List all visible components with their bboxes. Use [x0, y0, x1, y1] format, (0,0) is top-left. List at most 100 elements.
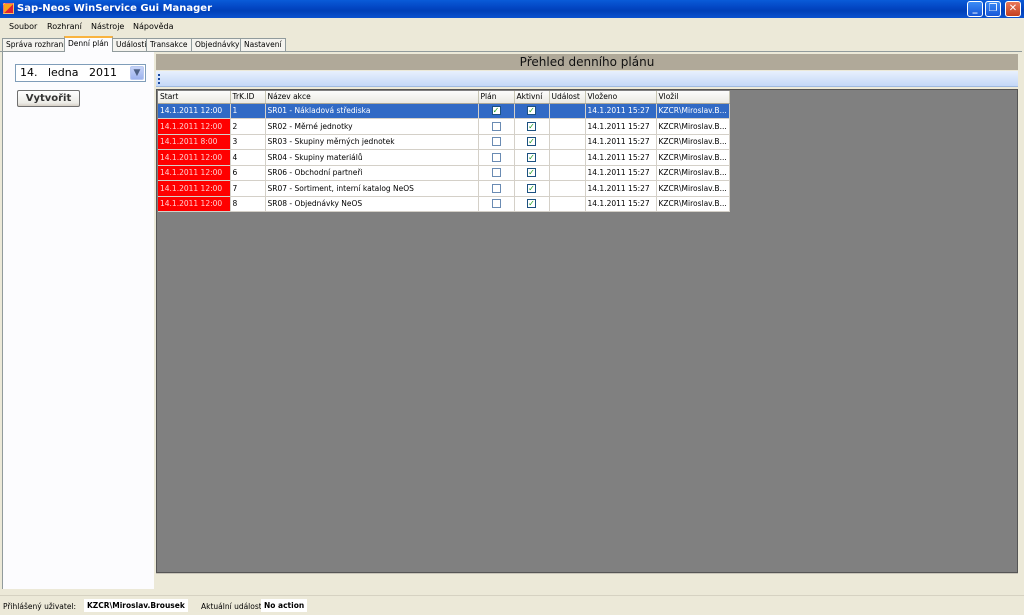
cell-udalost[interactable] — [549, 180, 586, 197]
plan-checkbox[interactable] — [491, 137, 501, 147]
menu-rozhrani[interactable]: Rozhraní — [47, 22, 82, 31]
plan-cell — [478, 118, 515, 135]
cell-trk-id[interactable]: 3 — [230, 134, 266, 150]
plan-cell — [478, 180, 515, 197]
close-button[interactable]: ✕ — [1005, 1, 1021, 17]
data-grid[interactable]: Start TrK.ID Název akce Plán Aktivní Udá… — [156, 89, 1018, 573]
column-trk-id[interactable]: TrK.ID — [230, 91, 266, 104]
maximize-button[interactable]: ❐ — [985, 1, 1001, 17]
table-row[interactable]: 14.1.2011 12:00 2 SR02 - Měrné jednotky ✓ 14… — [158, 118, 730, 135]
aktivni-checkbox[interactable]: ✓ — [527, 121, 536, 131]
cell-vlozil[interactable]: KZCR\Miroslav.B... — [656, 165, 730, 181]
aktivni-checkbox[interactable]: ✓ — [527, 199, 536, 209]
date-picker[interactable]: 14. ledna 2011 ▼ — [15, 64, 146, 82]
create-button[interactable]: Vytvořit — [17, 90, 80, 107]
cell-vlozeno[interactable]: 14.1.2011 15:27 — [585, 149, 657, 166]
table-row[interactable]: 14.1.2011 12:00 1 SR01 - Nákladová středis… — [158, 103, 730, 119]
cell-trk-id[interactable]: 6 — [230, 165, 266, 181]
aktivni-checkbox[interactable]: ✓ — [527, 106, 536, 116]
minimize-button[interactable]: _ — [967, 1, 983, 17]
cell-nazev-akce[interactable]: SR08 - Objednávky NeOS — [265, 196, 479, 212]
table-row[interactable]: 14.1.2011 12:00 6 SR06 - Obchodní partneři… — [158, 165, 730, 181]
cell-vlozeno[interactable]: 14.1.2011 15:27 — [585, 118, 657, 135]
tab-nastaveni[interactable]: Nastavení — [240, 38, 286, 51]
column-vlozeno[interactable]: Vloženo — [585, 91, 657, 104]
cell-start[interactable]: 14.1.2011 8:00 — [158, 134, 231, 150]
column-nazev-akce[interactable]: Název akce — [265, 91, 479, 104]
cell-start[interactable]: 14.1.2011 12:00 — [158, 149, 231, 166]
plan-cell — [478, 196, 515, 212]
cell-udalost[interactable] — [549, 196, 586, 212]
column-aktivni[interactable]: Aktivní — [514, 91, 550, 104]
cell-trk-id[interactable]: 8 — [230, 196, 266, 212]
plan-checkbox[interactable] — [491, 199, 501, 209]
cell-vlozil[interactable]: KZCR\Miroslav.B... — [656, 103, 730, 119]
cell-udalost[interactable] — [549, 165, 586, 181]
cell-vlozeno[interactable]: 14.1.2011 15:27 — [585, 134, 657, 150]
table-row[interactable]: 14.1.2011 12:00 4 SR04 - Skupiny materiálů… — [158, 149, 730, 166]
aktivni-checkbox[interactable]: ✓ — [527, 152, 536, 162]
chevron-down-icon[interactable]: ▼ — [130, 66, 144, 80]
tab-objednavky[interactable]: Objednávky — [191, 38, 244, 51]
menu-soubor[interactable]: Soubor — [9, 22, 37, 31]
cell-start[interactable]: 14.1.2011 12:00 — [158, 165, 231, 181]
cell-start[interactable]: 14.1.2011 12:00 — [158, 103, 231, 119]
plan-checkbox[interactable] — [491, 183, 501, 193]
cell-vlozeno[interactable]: 14.1.2011 15:27 — [585, 165, 657, 181]
event-label: Aktuální událost: — [201, 602, 265, 611]
table-header: Start TrK.ID Název akce Plán Aktivní Udá… — [158, 91, 730, 104]
menu-napoveda[interactable]: Nápověda — [133, 22, 174, 31]
cell-start[interactable]: 14.1.2011 12:00 — [158, 180, 231, 197]
column-plan[interactable]: Plán — [478, 91, 515, 104]
user-label: Přihlášený uživatel: — [3, 602, 77, 611]
cell-vlozeno[interactable]: 14.1.2011 15:27 — [585, 180, 657, 197]
plan-checkbox[interactable] — [491, 168, 501, 178]
cell-nazev-akce[interactable]: SR03 - Skupiny měrných jednotek — [265, 134, 479, 150]
cell-vlozil[interactable]: KZCR\Miroslav.B... — [656, 149, 730, 166]
cell-nazev-akce[interactable]: SR02 - Měrné jednotky — [265, 118, 479, 135]
cell-trk-id[interactable]: 7 — [230, 180, 266, 197]
cell-nazev-akce[interactable]: SR06 - Obchodní partneři — [265, 165, 479, 181]
cell-trk-id[interactable]: 4 — [230, 149, 266, 166]
cell-trk-id[interactable]: 2 — [230, 118, 266, 135]
column-vlozil[interactable]: Vložil — [656, 91, 730, 104]
cell-vlozil[interactable]: KZCR\Miroslav.B... — [656, 180, 730, 197]
table-row[interactable]: 14.1.2011 12:00 8 SR08 - Objednávky NeOS ✓ 1… — [158, 196, 730, 212]
cell-udalost[interactable] — [549, 118, 586, 135]
cell-udalost[interactable] — [549, 149, 586, 166]
title-bar: Sap-Neos WinService Gui Manager _ ❐ ✕ — [0, 0, 1024, 18]
cell-start[interactable]: 14.1.2011 12:00 — [158, 118, 231, 135]
column-start[interactable]: Start — [158, 91, 231, 104]
status-bar: Přihlášený uživatel: KZCR\Miroslav.Brous… — [0, 595, 1024, 615]
cell-trk-id[interactable]: 1 — [230, 103, 266, 119]
horizontal-scrollbar[interactable] — [156, 573, 1018, 588]
cell-vlozil[interactable]: KZCR\Miroslav.B... — [656, 118, 730, 135]
aktivni-checkbox[interactable]: ✓ — [527, 183, 536, 193]
cell-vlozeno[interactable]: 14.1.2011 15:27 — [585, 196, 657, 212]
table-row[interactable]: 14.1.2011 12:00 7 SR07 - Sortiment, intern… — [158, 180, 730, 197]
grip-handle[interactable] — [158, 74, 160, 84]
cell-vlozeno[interactable]: 14.1.2011 15:27 — [585, 103, 657, 119]
tab-sprava-rozhrani[interactable]: Správa rozhraní — [2, 38, 70, 51]
aktivni-checkbox[interactable]: ✓ — [527, 137, 536, 147]
tab-denni-plan[interactable]: Denní plán — [64, 36, 113, 52]
plan-checkbox[interactable] — [491, 121, 501, 131]
cell-udalost[interactable] — [549, 103, 586, 119]
cell-nazev-akce[interactable]: SR04 - Skupiny materiálů — [265, 149, 479, 166]
table-row[interactable]: 14.1.2011 8:00 3 SR03 - Skupiny měrných je… — [158, 134, 730, 150]
tab-udalosti[interactable]: Události — [112, 38, 151, 51]
cell-start[interactable]: 14.1.2011 12:00 — [158, 196, 231, 212]
cell-vlozil[interactable]: KZCR\Miroslav.B... — [656, 196, 730, 212]
column-udalost[interactable]: Událost — [549, 91, 586, 104]
plan-checkbox[interactable]: ✓ — [491, 106, 501, 116]
plan-checkbox[interactable] — [491, 152, 501, 162]
menu-nastroje[interactable]: Nástroje — [91, 22, 124, 31]
user-value: KZCR\Miroslav.Brousek — [84, 599, 188, 612]
cell-nazev-akce[interactable]: SR01 - Nákladová střediska — [265, 103, 479, 119]
aktivni-checkbox[interactable]: ✓ — [527, 168, 536, 178]
tab-transakce[interactable]: Transakce — [146, 38, 192, 51]
cell-nazev-akce[interactable]: SR07 - Sortiment, interní katalog NeOS — [265, 180, 479, 197]
toolstrip — [156, 71, 1018, 87]
cell-udalost[interactable] — [549, 134, 586, 150]
cell-vlozil[interactable]: KZCR\Miroslav.B... — [656, 134, 730, 150]
